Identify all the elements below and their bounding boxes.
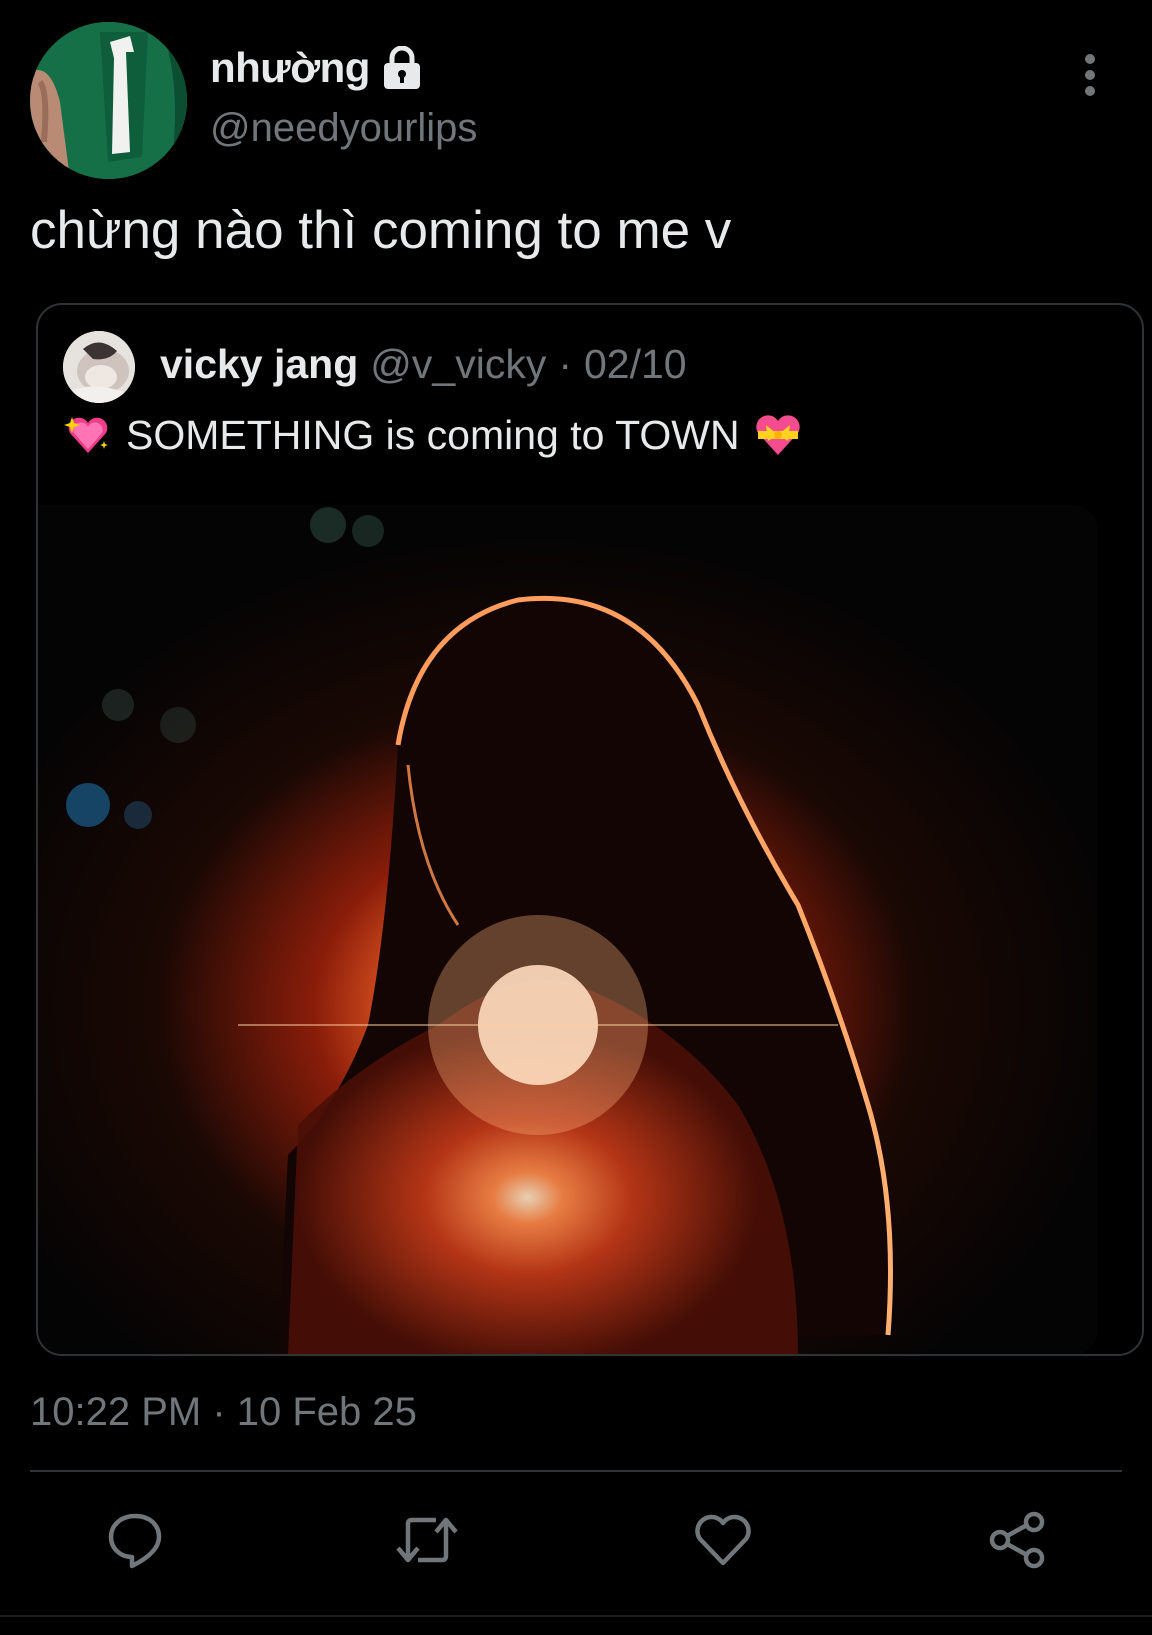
author-display-name[interactable]: nhường (210, 44, 370, 92)
tweet-detail: nhường @needyourlips chừng nào thì comin… (0, 0, 1152, 1635)
quoted-separator: · (558, 341, 572, 387)
retweet-button[interactable] (392, 1505, 462, 1575)
quoted-date: 02/10 (583, 341, 687, 387)
heart-icon (695, 1514, 751, 1566)
action-bar (0, 1505, 1152, 1585)
sparkling-heart-icon (64, 417, 108, 453)
quoted-display-name: vicky jang (160, 341, 359, 387)
quoted-text: SOMETHING is coming to TOWN (126, 411, 740, 458)
author-handle[interactable]: @needyourlips (210, 106, 477, 151)
quoted-header: vicky jang @v_vicky · 02/10 (160, 341, 687, 388)
heart-with-ribbon-icon (755, 415, 800, 455)
quoted-handle: @v_vicky (370, 341, 547, 387)
like-button[interactable] (688, 1505, 758, 1575)
reply-button[interactable] (100, 1505, 170, 1575)
quoted-text-row: SOMETHING is coming to TOWN (64, 411, 802, 459)
author-avatar[interactable] (30, 22, 187, 179)
tweet-text: chừng nào thì coming to me v (30, 201, 732, 260)
share-icon (989, 1511, 1045, 1569)
reply-icon (108, 1513, 162, 1569)
quoted-media-image[interactable] (38, 505, 1098, 1354)
quoted-author-avatar (63, 331, 135, 403)
lock-icon (383, 46, 420, 89)
more-options-icon[interactable] (1070, 50, 1110, 100)
tweet-timestamp: 10:22 PM · 10 Feb 25 (30, 1390, 417, 1434)
quoted-tweet[interactable]: vicky jang @v_vicky · 02/10 SOMETHING is… (36, 303, 1144, 1356)
retweet-icon (396, 1517, 458, 1563)
author-name-row: nhường (210, 40, 422, 96)
divider (30, 1470, 1122, 1472)
bottom-divider (0, 1615, 1152, 1617)
share-button[interactable] (982, 1505, 1052, 1575)
